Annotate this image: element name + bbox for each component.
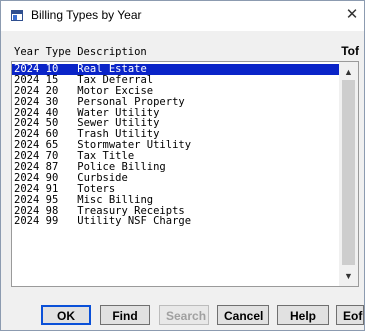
search-button: Search	[159, 305, 209, 325]
title-bar[interactable]: Billing Types by Year ✕	[1, 1, 364, 31]
cancel-button[interactable]: Cancel	[217, 305, 269, 325]
billing-types-dialog: Billing Types by Year ✕ Year Type Descri…	[0, 0, 365, 331]
ok-button[interactable]: OK	[41, 305, 91, 325]
button-bar: OK Find Search Cancel Help Eof	[1, 305, 365, 329]
eof-button[interactable]: Eof	[336, 305, 364, 325]
column-headers: Year Type Description	[14, 46, 147, 58]
chevron-up-icon[interactable]: ▲	[339, 64, 358, 80]
find-button[interactable]: Find	[100, 305, 150, 325]
billing-types-list[interactable]: 2024 10 Real Estate 2024 15 Tax Deferral 2…	[11, 61, 359, 287]
list-item[interactable]: 2024 99 Utility NSF Charge	[12, 216, 340, 227]
window-title: Billing Types by Year	[31, 8, 142, 22]
list-rows: 2024 10 Real Estate 2024 15 Tax Deferral 2…	[12, 64, 340, 227]
row-type: 99	[45, 215, 59, 228]
scroll-thumb[interactable]	[342, 80, 355, 265]
window-app-icon	[11, 10, 23, 21]
help-button[interactable]: Help	[277, 305, 329, 325]
list-item[interactable]: 2024 30 Personal Property	[12, 96, 340, 108]
chevron-down-icon[interactable]: ▼	[339, 268, 358, 284]
vertical-scrollbar[interactable]: ▲ ▼	[339, 62, 358, 286]
close-icon[interactable]: ✕	[344, 5, 360, 25]
row-description: Utility NSF Charge	[77, 215, 192, 228]
list-header: Year Type Description Tof	[11, 44, 361, 61]
tof-label[interactable]: Tof	[341, 44, 359, 58]
row-year: 2024	[14, 215, 40, 228]
